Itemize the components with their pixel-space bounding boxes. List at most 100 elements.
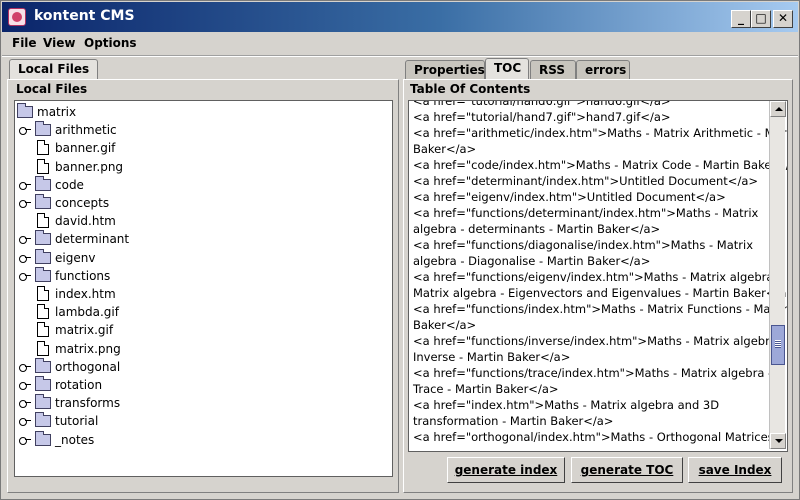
folder-icon <box>35 266 51 282</box>
folder-icon <box>35 394 51 410</box>
tree-item-label: code <box>55 177 84 192</box>
folder-icon <box>35 376 51 391</box>
tree-folder[interactable]: rotation <box>15 376 385 394</box>
toc-line: <a href="tutorial/hand7.gif">hand7.gif</… <box>413 110 671 124</box>
tree-file[interactable]: banner.gif <box>15 139 385 157</box>
toc-line: algebra - determinants - Martin Baker</a… <box>413 222 661 236</box>
tree-item-label: arithmetic <box>55 123 117 138</box>
tree-folder[interactable]: transforms <box>15 394 385 412</box>
title-bar[interactable]: kontent CMS _ □ ✕ <box>2 2 798 32</box>
tree-folder[interactable]: determinant <box>15 230 385 248</box>
folder-icon <box>17 103 33 118</box>
scroll-up-icon[interactable] <box>770 101 786 117</box>
toc-panel: Table Of Contents <a href="tutorial/hand… <box>403 79 793 493</box>
tree-item-label: matrix.png <box>55 341 121 356</box>
expand-toggle-icon[interactable] <box>19 126 31 136</box>
tree-folder[interactable]: tutorial <box>15 412 385 430</box>
tab-toc[interactable]: TOC <box>485 58 529 80</box>
scroll-thumb[interactable] <box>771 325 785 365</box>
menu-view[interactable]: View <box>43 36 75 50</box>
tree-item-label: transforms <box>55 396 121 411</box>
toc-line: <a href="determinant/index.htm">Untitled… <box>413 174 758 188</box>
tree-item-label: eigenv <box>55 250 96 265</box>
expand-toggle-icon[interactable] <box>19 235 31 245</box>
tree-item-label: functions <box>55 268 111 283</box>
maximize-button[interactable]: □ <box>751 10 771 28</box>
toc-line: Baker</a> <box>413 142 477 156</box>
toc-scrollbar[interactable] <box>769 101 786 449</box>
toc-line: <a href="functions/diagonalise/index.htm… <box>413 238 754 252</box>
tree-file[interactable]: banner.png <box>15 158 385 176</box>
expand-toggle-icon[interactable] <box>19 381 31 390</box>
toc-line: Baker</a> <box>413 318 477 332</box>
tree-folder[interactable]: code <box>15 175 385 194</box>
generate-toc-button[interactable]: generate TOC <box>571 457 683 483</box>
folder-icon <box>35 121 51 137</box>
save-index-button[interactable]: save Index <box>688 457 782 483</box>
generate-index-label: generate index <box>454 463 558 477</box>
toc-line: Matrix algebra - Eigenvectors and Eigenv… <box>413 286 788 300</box>
toc-line: <a href="functions/determinant/index.htm… <box>413 206 759 220</box>
tree-folder[interactable]: concepts <box>15 194 385 212</box>
tree-folder[interactable]: arithmetic <box>15 121 385 139</box>
toc-line: algebra - Diagonalise - Martin Baker</a> <box>413 254 651 268</box>
file-tree[interactable]: matrix arithmetic banner.gif banner.png code… <box>14 100 393 477</box>
folder-icon <box>35 430 51 446</box>
tree-item-label: determinant <box>55 232 130 247</box>
close-button[interactable]: ✕ <box>773 10 793 28</box>
tree-file[interactable]: index.htm <box>15 285 385 303</box>
scroll-down-icon[interactable] <box>770 433 786 449</box>
file-icon <box>37 340 49 356</box>
folder-icon <box>35 175 51 191</box>
expand-toggle-icon[interactable] <box>19 272 31 281</box>
file-icon <box>37 322 49 338</box>
tree-file[interactable]: david.htm <box>15 212 385 230</box>
tab-local-files[interactable]: Local Files <box>9 59 99 81</box>
toc-line: Inverse - Martin Baker</a> <box>413 350 571 364</box>
expand-toggle-icon[interactable] <box>19 399 31 409</box>
toc-line: <a href="orthogonal/index.htm">Maths - O… <box>413 430 782 444</box>
toc-line: <a href="functions/eigenv/index.htm">Mat… <box>413 270 782 284</box>
app-logo-icon <box>8 8 26 26</box>
menu-divider <box>2 55 798 57</box>
toc-text-area[interactable]: <a href="tutorial/hand6.gif">hand6.gif</… <box>408 100 788 452</box>
tree-item-label: index.htm <box>55 287 116 301</box>
toc-line: <a href="tutorial/hand6.gif">hand6.gif</… <box>413 100 671 108</box>
tree-file[interactable]: matrix.png <box>15 340 385 358</box>
expand-toggle-icon[interactable] <box>19 254 31 263</box>
toc-line: Trace - Martin Baker</a> <box>413 382 559 396</box>
tree-item-label: _notes <box>55 432 95 447</box>
tree-item-label: tutorial <box>55 414 99 429</box>
tree-file[interactable]: matrix.gif <box>15 321 385 339</box>
toc-line: <a href="functions/inverse/index.htm">Ma… <box>413 334 785 348</box>
tree-folder[interactable]: functions <box>15 266 385 285</box>
tree-item-label: rotation <box>55 378 103 392</box>
menu-file[interactable]: File <box>12 36 37 50</box>
tree-item-label: lambda.gif <box>55 305 119 320</box>
tab-errors[interactable]: errors <box>576 60 630 80</box>
tree-folder[interactable]: matrix <box>15 103 385 121</box>
folder-icon <box>35 194 51 209</box>
expand-toggle-icon[interactable] <box>19 199 31 208</box>
minimize-button[interactable]: _ <box>731 10 751 28</box>
expand-toggle-icon[interactable] <box>19 363 31 372</box>
tab-rss[interactable]: RSS <box>530 60 576 80</box>
file-icon <box>37 304 49 320</box>
generate-index-button[interactable]: generate index <box>447 457 565 483</box>
tree-file[interactable]: lambda.gif <box>15 303 385 321</box>
tree-folder[interactable]: eigenv <box>15 248 385 267</box>
expand-toggle-icon[interactable] <box>19 436 31 445</box>
local-files-panel: Local Files matrix arithmetic banner.gif ba… <box>7 79 399 493</box>
toc-line: <a href="code/index.htm">Maths - Matrix … <box>413 158 788 172</box>
menu-options[interactable]: Options <box>84 36 137 50</box>
toc-line: <a href="index.htm">Maths - Matrix algeb… <box>413 398 720 412</box>
tab-properties[interactable]: Properties <box>405 60 485 80</box>
menu-bar: File View Options <box>2 34 798 54</box>
toc-line: <a href="functions/index.htm">Maths - Ma… <box>413 302 788 316</box>
expand-toggle-icon[interactable] <box>19 181 31 190</box>
file-icon <box>37 286 49 301</box>
tree-folder[interactable]: _notes <box>15 430 385 449</box>
tree-folder[interactable]: orthogonal <box>15 357 385 376</box>
expand-toggle-icon[interactable] <box>19 417 31 427</box>
toc-title: Table Of Contents <box>410 82 531 96</box>
